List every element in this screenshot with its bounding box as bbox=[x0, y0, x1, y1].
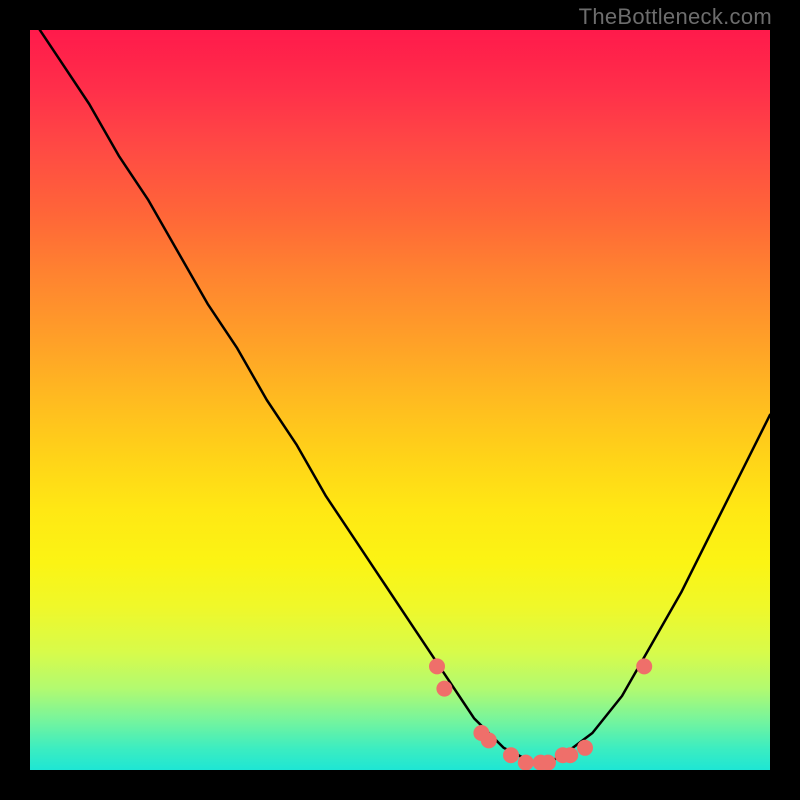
watermark-label: TheBottleneck.com bbox=[579, 4, 772, 30]
highlight-dot bbox=[429, 658, 445, 674]
outer-frame: TheBottleneck.com bbox=[0, 0, 800, 800]
highlight-dot bbox=[577, 740, 593, 756]
highlight-dot bbox=[636, 658, 652, 674]
plot-area bbox=[30, 30, 770, 770]
highlight-dot bbox=[481, 732, 497, 748]
highlight-dot bbox=[540, 755, 556, 770]
curve-path bbox=[30, 30, 770, 763]
highlight-dot bbox=[436, 681, 452, 697]
highlight-dot bbox=[562, 747, 578, 763]
highlight-dot bbox=[518, 755, 534, 770]
highlight-dot bbox=[503, 747, 519, 763]
bottleneck-chart bbox=[30, 30, 770, 770]
